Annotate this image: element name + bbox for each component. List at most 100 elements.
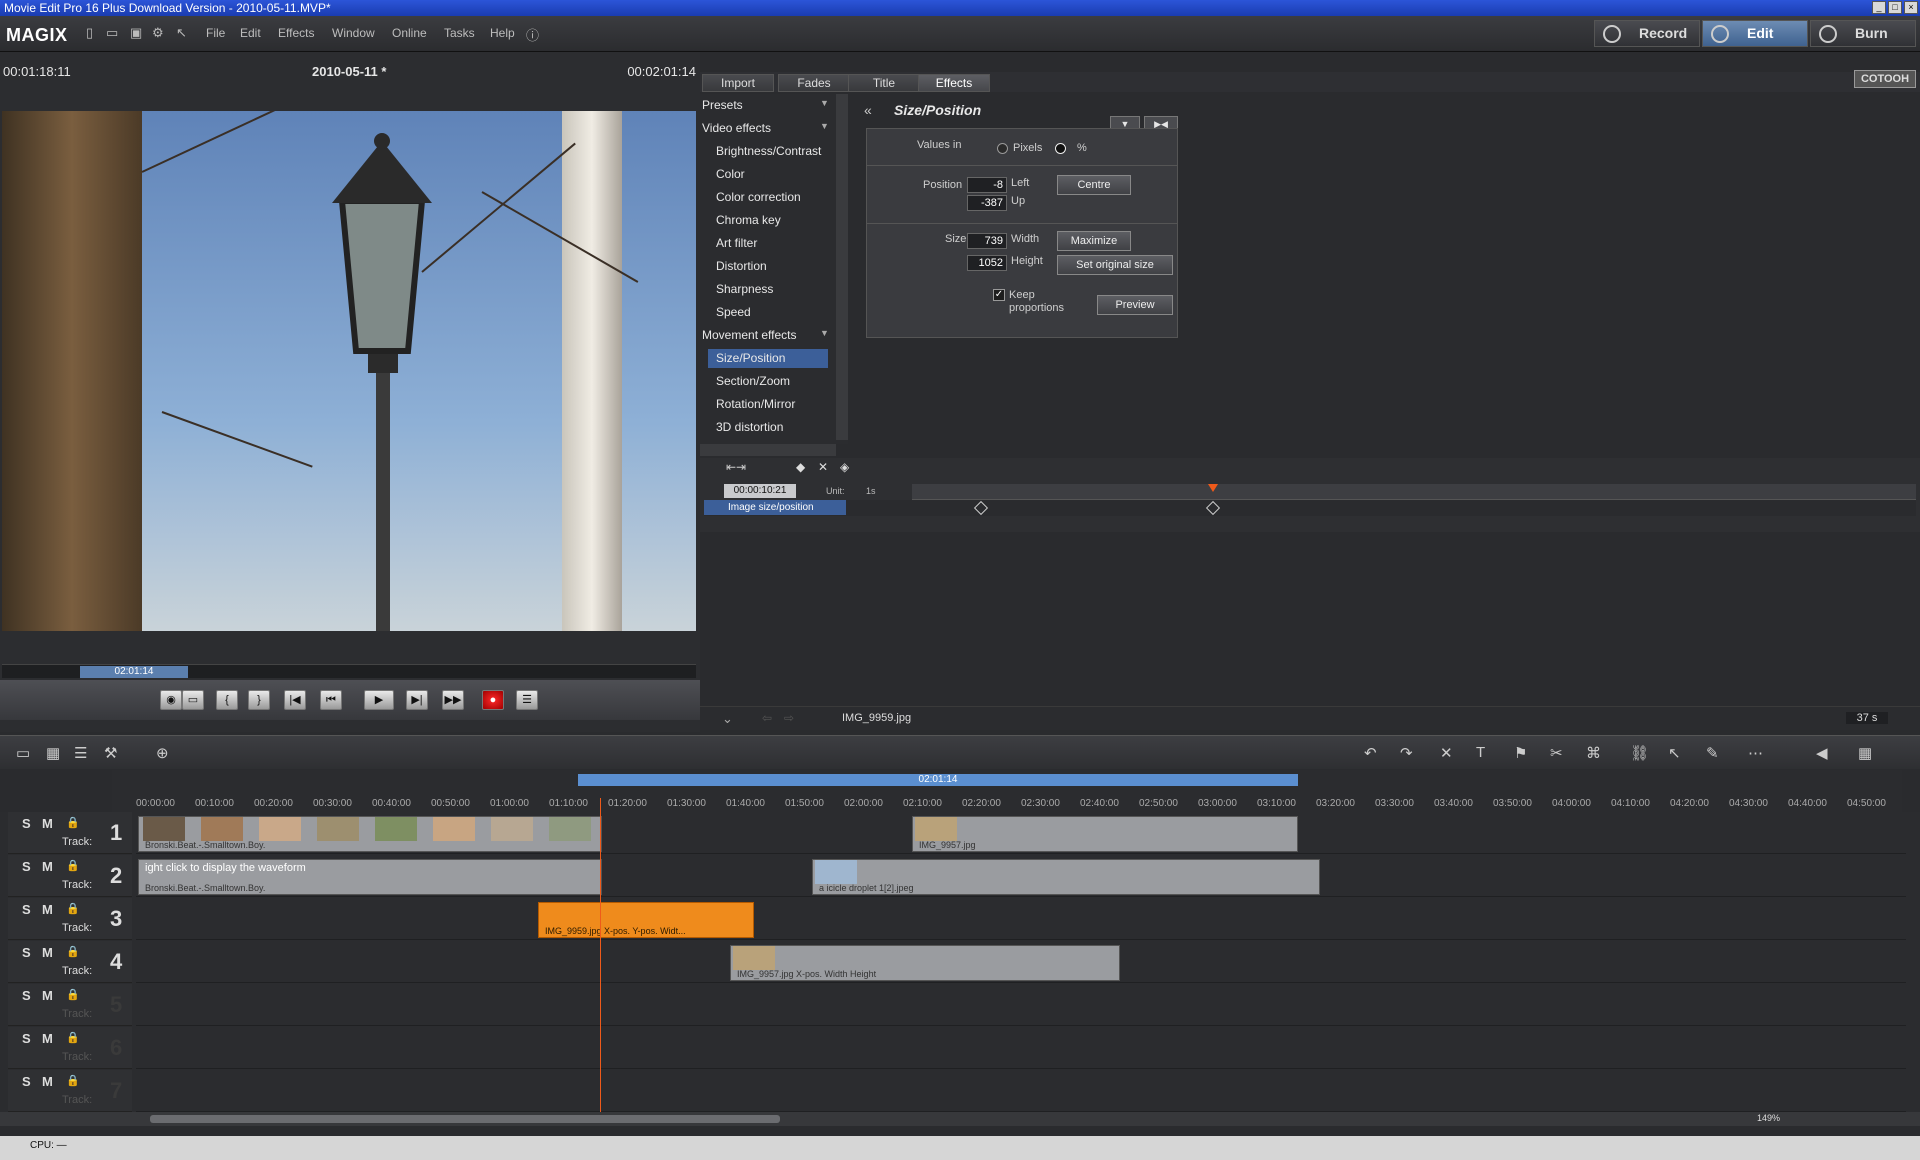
fullscreen-button[interactable]: ▭ [182, 690, 204, 710]
next-marker-button[interactable]: ▶▶ [442, 690, 464, 710]
info-icon[interactable]: ⓘ [526, 25, 540, 43]
mouse-mode-icon[interactable]: ↖ [1668, 744, 1681, 762]
timeline-range-bar[interactable]: 02:01:14 [578, 774, 1298, 786]
forward-arrow-icon[interactable]: ⇨ [784, 711, 794, 725]
to-start-button[interactable]: ⏮ [320, 690, 342, 710]
set-out-button[interactable]: } [248, 690, 270, 710]
step-forward-button[interactable]: ▶| [406, 690, 428, 710]
effect-rotation-mirror[interactable]: Rotation/Mirror [716, 397, 795, 411]
timeline-scrollbar[interactable]: 149% [0, 1112, 1920, 1126]
menu-tasks[interactable]: Tasks [444, 26, 475, 40]
zoom-level[interactable]: 149% [1757, 1113, 1780, 1123]
keyframe-marker[interactable] [1205, 500, 1221, 516]
razor-cut-icon[interactable]: ✂ [1550, 744, 1563, 762]
copy-keyframe-icon[interactable]: ◈ [840, 460, 849, 474]
delete-icon[interactable]: ✕ [1440, 744, 1453, 762]
video-clip[interactable]: a icicle droplet 1[2].jpeg [812, 859, 1320, 895]
expand-down-icon[interactable]: ⌄ [722, 711, 733, 727]
preview-button[interactable]: Preview [1097, 295, 1173, 315]
keyframe-track[interactable] [704, 500, 1916, 516]
pencil-icon[interactable]: ✎ [1706, 744, 1719, 762]
play-button[interactable]: ▶ [364, 690, 394, 710]
effect-color-correction[interactable]: Color correction [716, 190, 801, 204]
link-icon[interactable]: ⛓ [1630, 744, 1649, 762]
settings-icon[interactable]: ⚙ [152, 25, 166, 41]
menu-file[interactable]: File [206, 26, 225, 40]
effect-chroma-key[interactable]: Chroma key [716, 213, 781, 227]
maximize-button[interactable]: Maximize [1057, 231, 1131, 251]
delete-keyframe-icon[interactable]: ✕ [818, 460, 828, 474]
effect-size-position[interactable]: Size/Position [716, 351, 785, 365]
wizard-icon[interactable]: ⊕ [156, 744, 169, 762]
selected-video-clip[interactable]: IMG_9959.jpg X-pos. Y-pos. Widt... [538, 902, 754, 938]
centre-button[interactable]: Centre [1057, 175, 1131, 195]
effect-speed[interactable]: Speed [716, 305, 751, 319]
solo-button[interactable]: S [22, 816, 31, 831]
effect-sharpness[interactable]: Sharpness [716, 282, 773, 296]
edit-mode-button[interactable]: Edit [1702, 20, 1808, 47]
track-lane-6[interactable] [136, 1027, 1906, 1069]
effect-list-scrollbar[interactable] [836, 94, 848, 440]
track-lane-2[interactable]: Bronski.Beat.-.Smalltown.Boy. ight click … [136, 855, 1906, 897]
percent-radio[interactable] [1055, 143, 1066, 154]
track-lane-7[interactable] [136, 1070, 1906, 1112]
set-original-size-button[interactable]: Set original size [1057, 255, 1173, 275]
new-file-icon[interactable]: ▯ [86, 25, 100, 41]
mute-button[interactable]: M [42, 988, 53, 1003]
tab-import[interactable]: Import [702, 74, 774, 92]
save-icon[interactable]: ▣ [130, 25, 144, 41]
lock-icon[interactable]: 🔒 [66, 816, 80, 829]
category-presets[interactable]: Presets ▼ [702, 98, 832, 112]
mute-button[interactable]: M [42, 1074, 53, 1089]
calculator-icon[interactable]: ▦ [1858, 744, 1872, 762]
track-lane-5[interactable] [136, 984, 1906, 1026]
timeline-mode-icon[interactable]: ☰ [74, 744, 87, 762]
lock-icon[interactable]: 🔒 [66, 902, 80, 915]
keyframe-playhead-marker[interactable] [1208, 484, 1218, 492]
solo-button[interactable]: S [22, 902, 31, 917]
keyframe-marker[interactable] [973, 500, 989, 516]
volume-icon[interactable]: ◀ [1816, 744, 1828, 762]
category-movement-effects[interactable]: Movement effects ▼ [702, 328, 832, 342]
effect-section-zoom[interactable]: Section/Zoom [716, 374, 790, 388]
lock-icon[interactable]: 🔒 [66, 1031, 80, 1044]
mute-button[interactable]: M [42, 1031, 53, 1046]
effect-list-hscrollbar[interactable] [700, 444, 836, 456]
menu-online[interactable]: Online [392, 26, 427, 40]
lock-icon[interactable]: 🔒 [66, 1074, 80, 1087]
width-input[interactable]: 739 [967, 233, 1007, 249]
open-folder-icon[interactable]: ▭ [106, 25, 120, 41]
minimize-button[interactable]: _ [1872, 1, 1886, 14]
back-arrow-icon[interactable]: ⇦ [762, 711, 772, 725]
menu-help[interactable]: Help [490, 26, 515, 40]
effect-art-filter[interactable]: Art filter [716, 236, 757, 250]
record-mode-button[interactable]: Record [1594, 20, 1700, 47]
audio-clip[interactable]: Bronski.Beat.-.Smalltown.Boy. ight click … [138, 859, 602, 895]
snapshot-button[interactable]: ◉ [160, 690, 182, 710]
more-tools-icon[interactable]: ⋯ [1748, 744, 1763, 762]
monitor-range[interactable]: 02:01:14 [80, 666, 188, 678]
effect-brightness-contrast[interactable]: Brightness/Contrast [716, 144, 821, 158]
redo-icon[interactable]: ↷ [1400, 744, 1413, 762]
scene-overview-icon[interactable]: ▦ [46, 744, 60, 762]
menu-effects[interactable]: Effects [278, 26, 314, 40]
title-text-icon[interactable]: T [1476, 744, 1485, 761]
maximize-button[interactable]: □ [1888, 1, 1902, 14]
solo-button[interactable]: S [22, 859, 31, 874]
category-video-effects[interactable]: Video effects ▼ [702, 121, 832, 135]
storyboard-icon[interactable]: ▭ [16, 744, 30, 762]
mute-button[interactable]: M [42, 859, 53, 874]
lock-icon[interactable]: 🔒 [66, 945, 80, 958]
burn-mode-button[interactable]: Burn [1810, 20, 1916, 47]
cotooh-logo[interactable]: COTOOH [1854, 70, 1916, 88]
back-icon[interactable]: « [864, 102, 872, 118]
effect-3d-distortion[interactable]: 3D distortion [716, 420, 783, 434]
marker-flag-icon[interactable]: ⚑ [1514, 744, 1527, 762]
scroll-thumb[interactable] [150, 1115, 780, 1123]
effect-distortion[interactable]: Distortion [716, 259, 767, 273]
left-input[interactable]: -8 [967, 177, 1007, 193]
solo-button[interactable]: S [22, 1031, 31, 1046]
help-pointer-icon[interactable]: ↖ [176, 25, 190, 41]
track-lane-1[interactable]: Bronski.Beat.-.Smalltown.Boy. IMG_9957.jp… [136, 812, 1906, 854]
up-input[interactable]: -387 [967, 195, 1007, 211]
